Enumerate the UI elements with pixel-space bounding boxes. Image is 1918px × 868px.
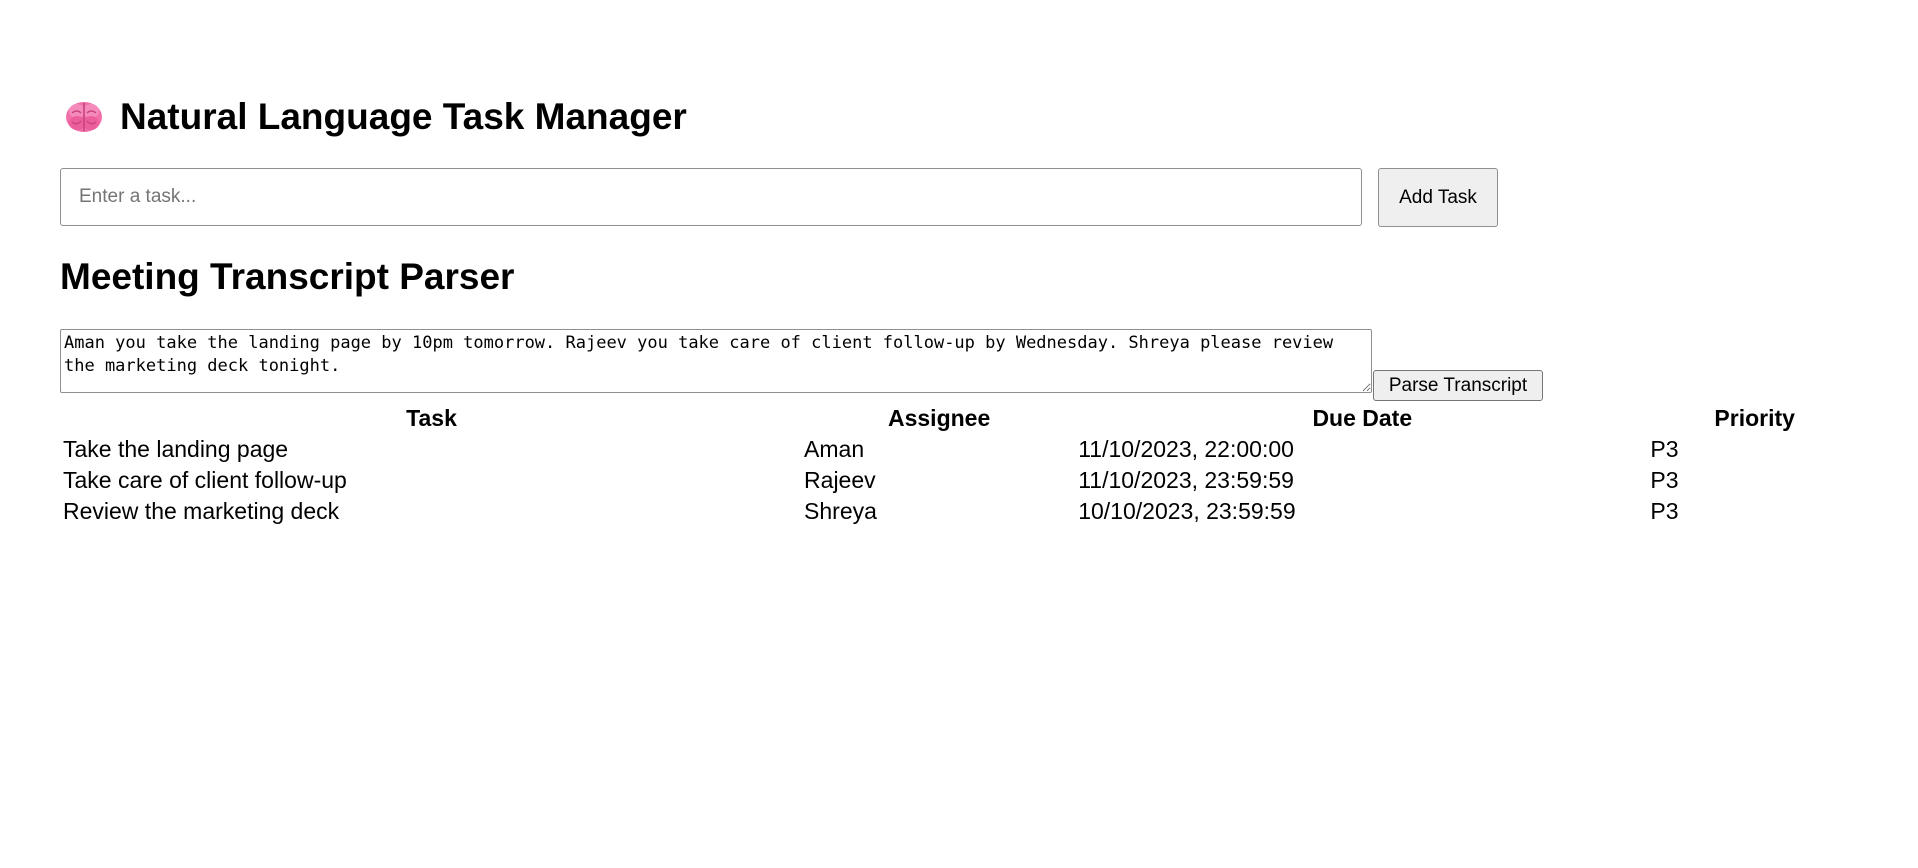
page: Natural Language Task Manager Add Task M…: [0, 0, 1918, 868]
app-title-text: Natural Language Task Manager: [120, 96, 687, 137]
table-row: Take care of client follow-up Rajeev 11/…: [62, 466, 1860, 495]
add-task-button[interactable]: Add Task: [1378, 168, 1498, 227]
assignee-cell: Aman: [804, 436, 865, 462]
due-date-cell: 10/10/2023, 23:59:59: [1078, 498, 1296, 524]
app-title: Natural Language Task Manager: [64, 92, 687, 142]
brain-icon: [64, 99, 104, 135]
assignee-cell: Rajeev: [804, 467, 876, 493]
task-cell: Take the landing page: [63, 436, 289, 462]
assignee-cell: Shreya: [804, 498, 877, 524]
table-row: Take the landing page Aman 11/10/2023, 2…: [62, 435, 1860, 464]
priority-cell: P3: [1650, 467, 1679, 493]
table-row: Review the marketing deck Shreya 10/10/2…: [62, 497, 1860, 526]
task-input[interactable]: [60, 168, 1362, 226]
column-header-task: Task: [406, 404, 457, 431]
column-header-assignee: Assignee: [887, 404, 991, 431]
task-cell: Review the marketing deck: [63, 498, 340, 524]
task-cell: Take care of client follow-up: [63, 467, 347, 493]
parse-transcript-button[interactable]: Parse Transcript: [1373, 370, 1543, 401]
table-header-row: Task Assignee Due Date Priority: [62, 403, 1860, 433]
due-date-cell: 11/10/2023, 22:00:00: [1078, 436, 1294, 462]
transcript-textarea[interactable]: Aman you take the landing page by 10pm t…: [60, 329, 1372, 393]
due-date-cell: 11/10/2023, 23:59:59: [1078, 467, 1294, 493]
tasks-table: Task Assignee Due Date Priority Take the…: [60, 401, 1862, 528]
column-header-priority: Priority: [1714, 404, 1795, 431]
transcript-parser-title: Meeting Transcript Parser: [60, 256, 515, 297]
priority-cell: P3: [1650, 436, 1679, 462]
column-header-due-date: Due Date: [1312, 404, 1413, 431]
priority-cell: P3: [1650, 498, 1679, 524]
